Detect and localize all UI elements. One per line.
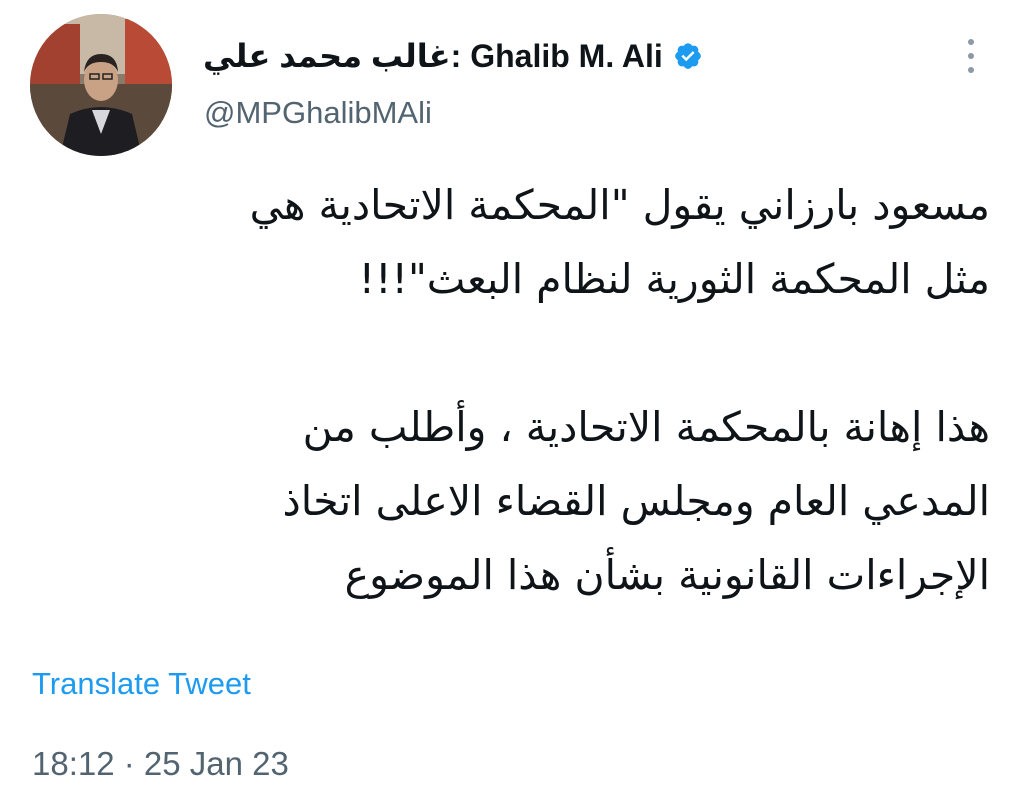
tweet-text: مسعود بارزاني يقول "المحكمة الاتحادية هي… [40, 168, 990, 612]
tweet-text-line: مسعود بارزاني يقول "المحكمة الاتحادية هي [249, 181, 990, 229]
tweet-timestamp[interactable]: 18:12 · 25 Jan 23 [32, 740, 289, 788]
translate-tweet-link[interactable]: Translate Tweet [32, 662, 251, 706]
tweet-text-line: الإجراءات القانونية بشأن هذا الموضوع [344, 551, 990, 599]
tweet-text-line: المدعي العام ومجلس القضاء الاعلى اتخاذ [282, 477, 990, 525]
tweet-text-line: مثل المحكمة الثورية لنظام البعث"!!! [358, 255, 990, 303]
author-handle[interactable]: @MPGhalibMAli [204, 93, 432, 133]
avatar[interactable] [30, 14, 172, 156]
avatar-photo [30, 14, 172, 156]
tweet-text-line: هذا إهانة بالمحكمة الاتحادية ، وأطلب من [302, 403, 990, 451]
author-name-row[interactable]: غالب محمد علي: Ghalib M. Ali [203, 34, 703, 78]
author-display-name: غالب محمد علي: Ghalib M. Ali [203, 38, 663, 74]
tweet-card: غالب محمد علي: Ghalib M. Ali @MPGhalibMA… [0, 0, 1024, 807]
verified-badge-icon [673, 41, 703, 71]
more-vertical-icon[interactable] [956, 34, 986, 78]
